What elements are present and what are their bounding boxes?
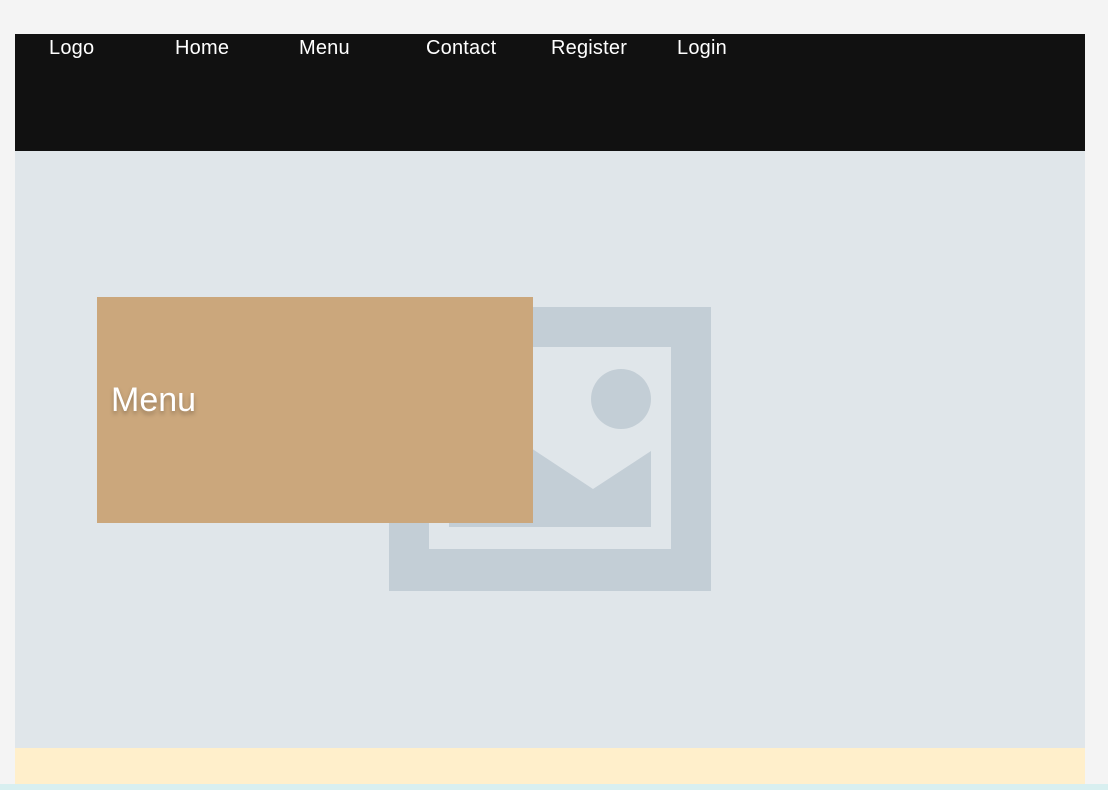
hero-section: Menu: [15, 151, 1085, 748]
nav-home-link[interactable]: Home: [175, 36, 229, 60]
page-frame: Logo Home Menu Contact Register Login Me…: [15, 34, 1085, 790]
bottom-strip: [0, 784, 1108, 790]
nav-menu-link[interactable]: Menu: [299, 36, 350, 60]
nav-login-link[interactable]: Login: [677, 36, 727, 60]
nav-contact-link[interactable]: Contact: [426, 36, 496, 60]
navbar: Logo Home Menu Contact Register Login: [15, 34, 1085, 151]
menu-card[interactable]: Menu: [97, 297, 533, 523]
logo-link[interactable]: Logo: [49, 36, 94, 60]
menu-card-title: Menu: [111, 381, 197, 419]
nav-register-link[interactable]: Register: [551, 36, 627, 60]
